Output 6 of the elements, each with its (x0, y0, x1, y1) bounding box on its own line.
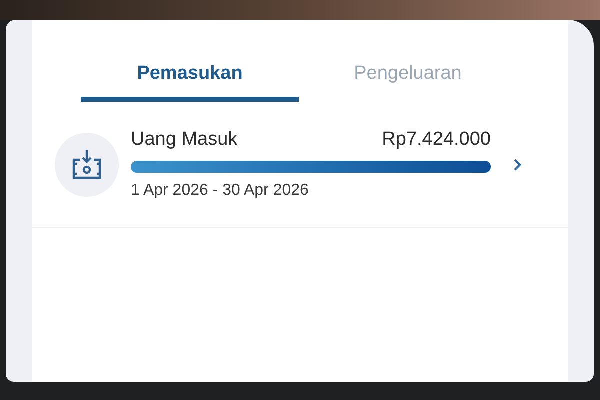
item-title: Uang Masuk (131, 128, 238, 152)
amount: Rp7.424.000 (382, 128, 491, 152)
income-row[interactable]: Uang Masuk Rp7.424.000 1 Apr 2026 - 30 Apr 2026 (32, 102, 568, 228)
chevron-right-icon (513, 158, 523, 172)
tab[interactable]: Pemasukan (81, 60, 299, 102)
date-range: 1 Apr 2026 - 30 Apr 2026 (131, 180, 310, 201)
